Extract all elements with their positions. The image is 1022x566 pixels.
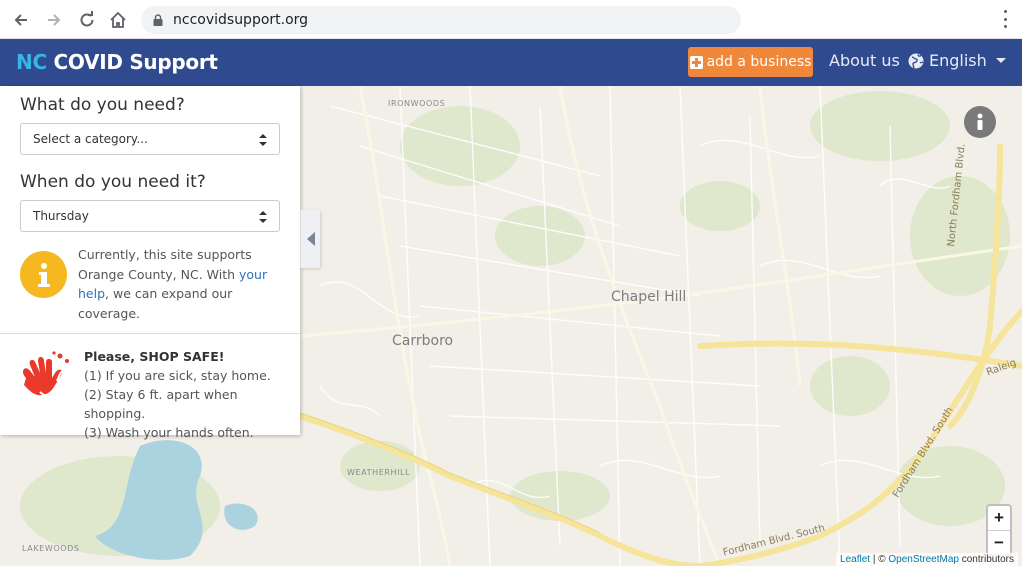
select-arrows-icon — [259, 211, 267, 223]
label-chapel-hill: Chapel Hill — [611, 289, 687, 305]
reload-button[interactable] — [75, 8, 99, 32]
shop-safe-line-3: (3) Wash your hands often. — [84, 425, 254, 440]
address-bar[interactable]: nccovidsupport.org — [141, 6, 741, 34]
category-select[interactable]: Select a category... — [20, 123, 280, 155]
need-title: What do you need? — [20, 95, 185, 115]
url-text: nccovidsupport.org — [173, 12, 309, 28]
chevron-left-icon — [306, 232, 315, 246]
shop-safe-line-1: (1) If you are sick, stay home. — [84, 368, 271, 383]
lock-icon — [153, 14, 163, 26]
label-carrboro: Carrboro — [392, 333, 454, 349]
sidebar-divider — [0, 333, 300, 334]
shop-safe-notice: Please, SHOP SAFE! (1) If you are sick, … — [84, 347, 300, 442]
reload-icon — [80, 11, 94, 27]
zoom-in-button[interactable]: + — [988, 506, 1010, 530]
language-label: English — [929, 51, 987, 70]
about-us-link[interactable]: About us — [829, 51, 900, 70]
leaflet-link[interactable]: Leaflet — [840, 554, 870, 565]
app-header: NC COVID Support add a business About us… — [0, 39, 1022, 86]
zoom-out-button[interactable]: − — [988, 530, 1010, 554]
when-title: When do you need it? — [20, 172, 206, 192]
home-icon — [110, 11, 126, 28]
day-select-value: Thursday — [33, 209, 89, 223]
select-arrows-icon — [259, 134, 267, 146]
brand-logo[interactable]: NC COVID Support — [16, 50, 218, 74]
filter-sidebar: What do you need? Select a category... W… — [0, 86, 300, 440]
osm-link[interactable]: OpenStreetMap — [888, 554, 959, 565]
map-info-button[interactable] — [964, 106, 996, 138]
browser-toolbar: nccovidsupport.org — [0, 0, 1022, 39]
globe-icon — [908, 53, 924, 68]
back-arrow-icon — [14, 14, 27, 26]
caret-down-icon — [995, 58, 1006, 63]
info-badge-icon — [20, 251, 67, 298]
shop-safe-heading: Please, SHOP SAFE! — [84, 349, 225, 364]
label-ironwoods: IRONWOODS — [388, 99, 446, 108]
brand-nc: NC — [16, 50, 47, 74]
language-dropdown[interactable]: English — [908, 51, 1006, 70]
info-icon — [977, 113, 983, 130]
collapse-sidebar-button[interactable] — [300, 210, 320, 268]
shop-safe-line-2: (2) Stay 6 ft. apart when shopping. — [84, 387, 238, 421]
category-select-value: Select a category... — [33, 132, 148, 146]
day-select[interactable]: Thursday — [20, 200, 280, 232]
brand-title: COVID Support — [53, 50, 218, 74]
washing-hands-icon — [22, 351, 74, 398]
plus-square-icon — [689, 55, 703, 69]
browser-menu-icon[interactable] — [1002, 10, 1008, 28]
map-attribution: Leaflet | © OpenStreetMap contributors — [836, 553, 1018, 566]
zoom-control: + − — [986, 504, 1012, 556]
forward-arrow-icon — [48, 14, 61, 26]
label-weatherhill: WEATHERHILL — [347, 468, 411, 477]
home-button[interactable] — [106, 8, 130, 32]
coverage-text-1: Currently, this site supports Orange Cou… — [78, 247, 252, 282]
forward-button[interactable] — [42, 8, 66, 32]
coverage-note: Currently, this site supports Orange Cou… — [78, 245, 278, 323]
label-lakewoods: LAKEWOODS — [22, 544, 80, 553]
add-business-button[interactable]: add a business — [688, 47, 813, 77]
add-business-label: add a business — [706, 54, 812, 70]
attribution-separator: | © — [870, 554, 889, 565]
back-button[interactable] — [9, 8, 33, 32]
attribution-tail: contributors — [958, 554, 1014, 565]
